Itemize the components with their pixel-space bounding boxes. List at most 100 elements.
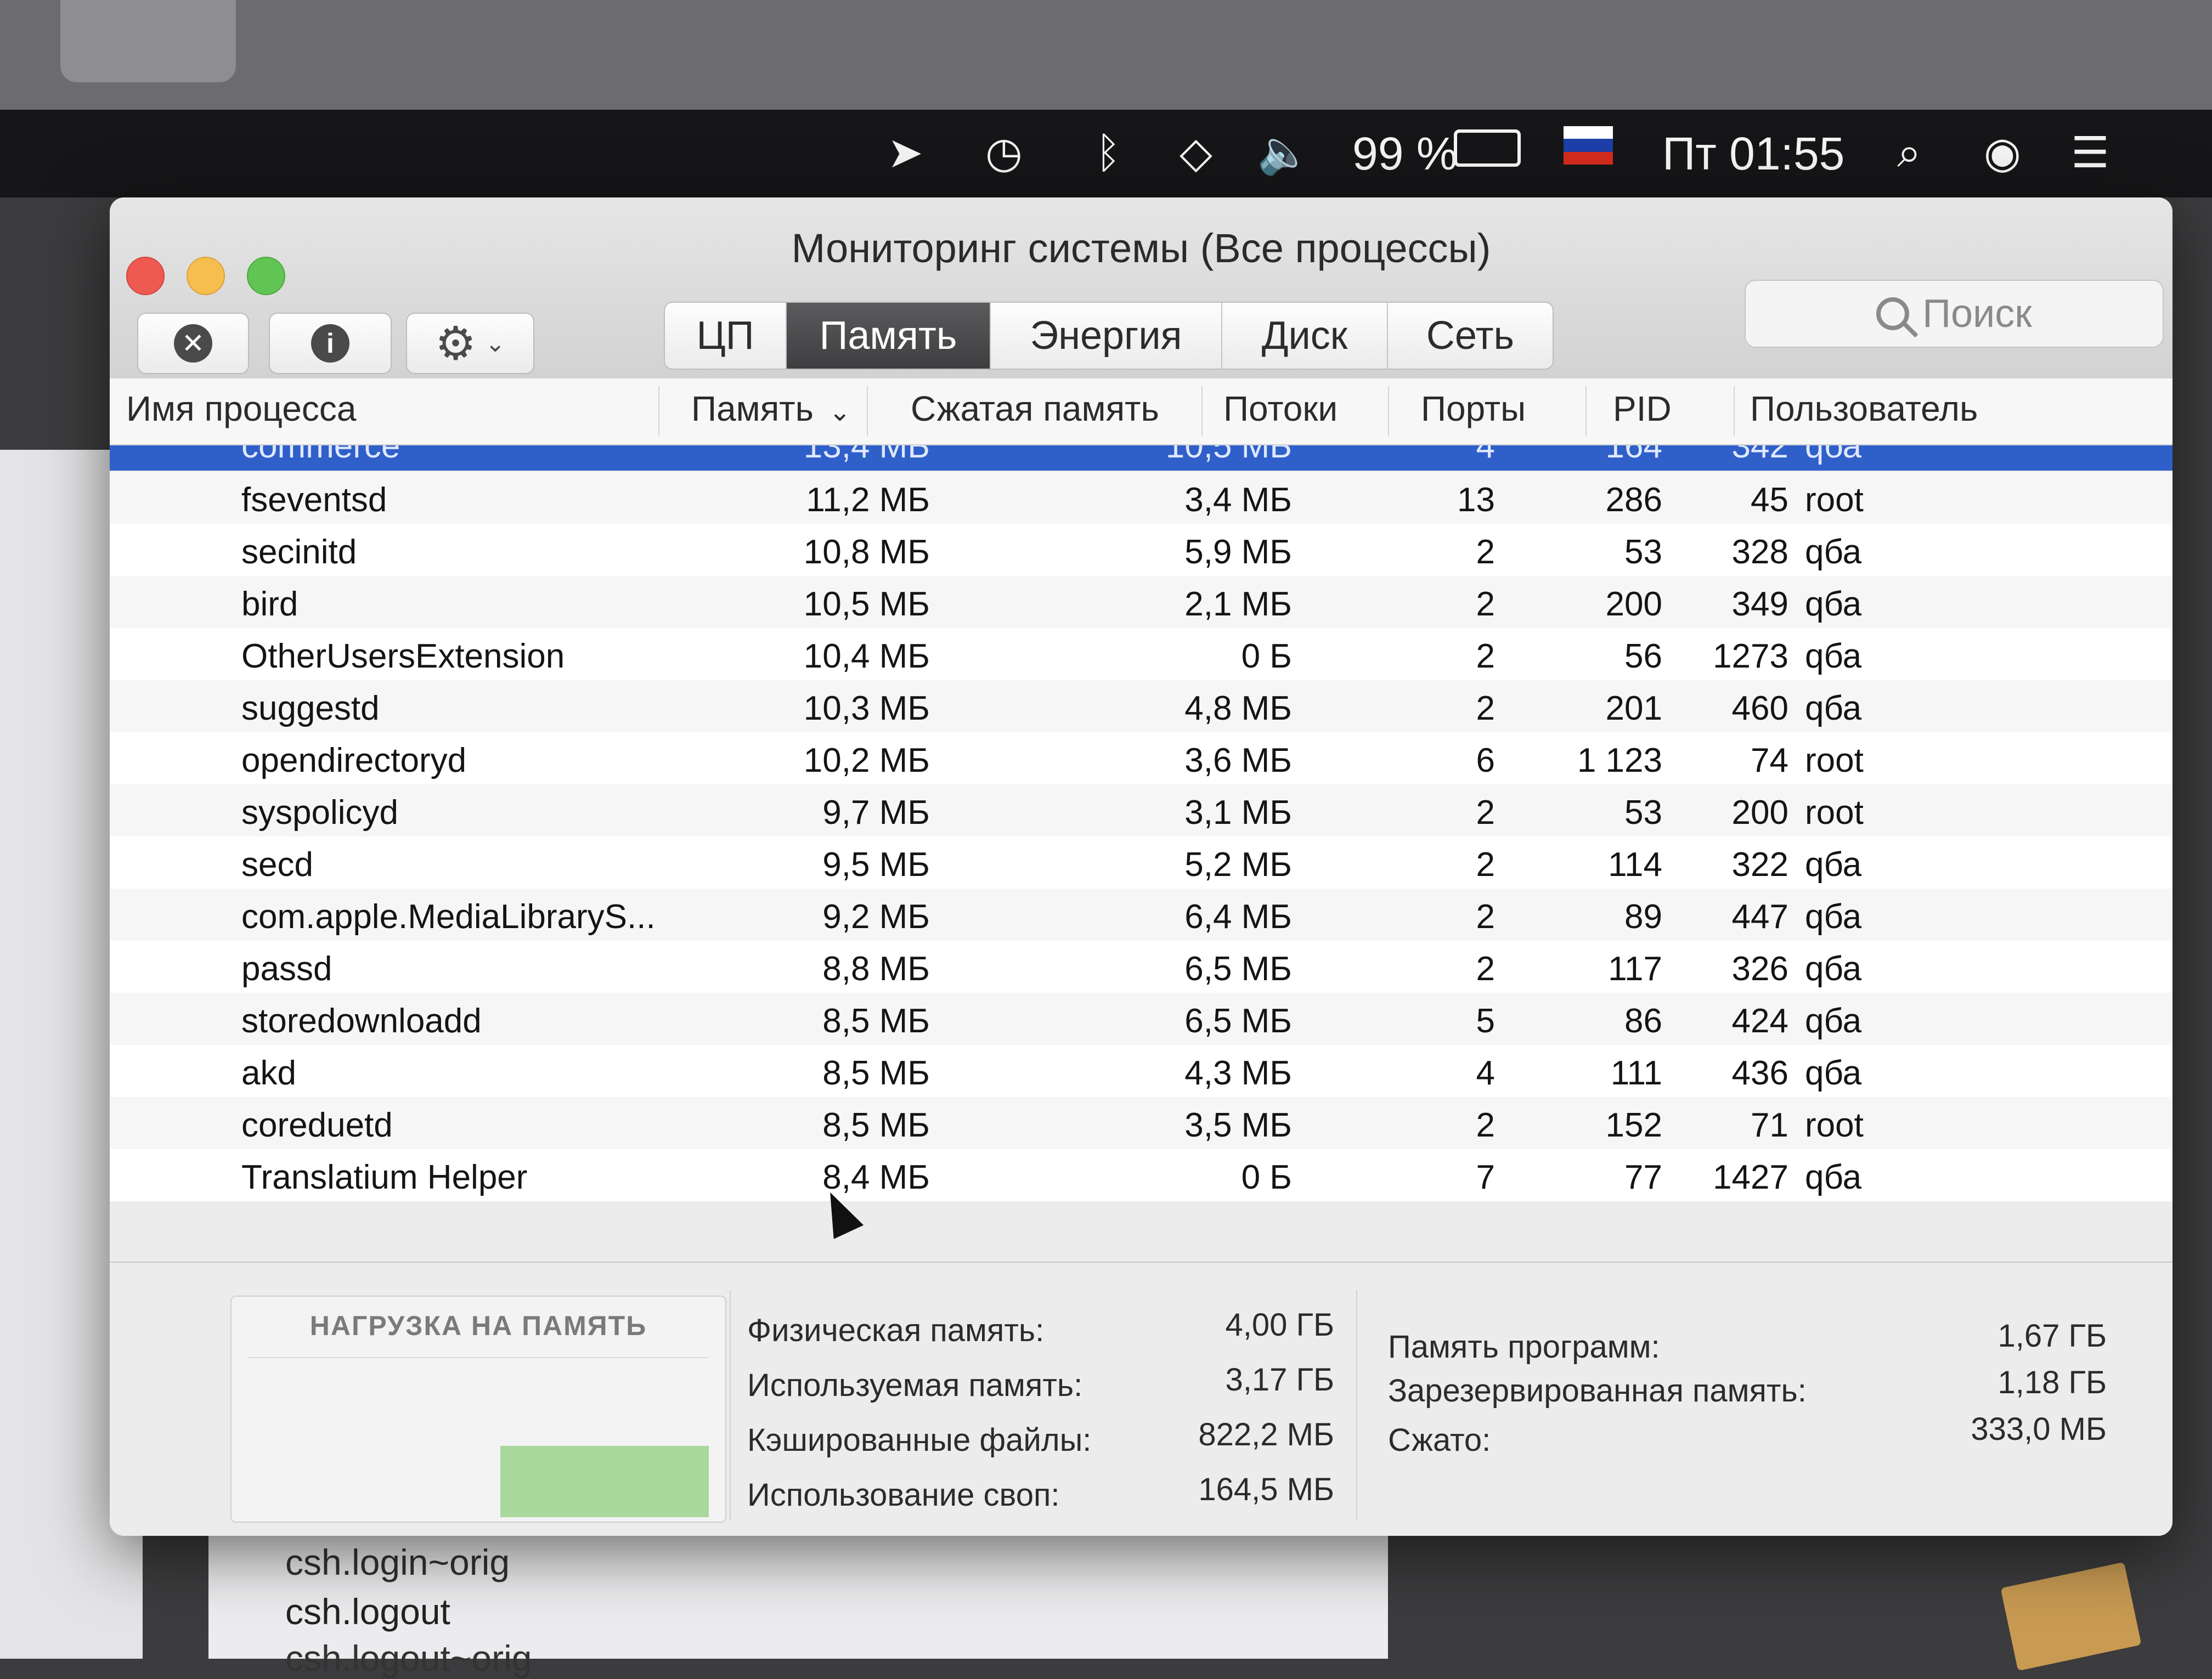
column-header-pid[interactable]: PID [1613, 388, 1672, 429]
table-row[interactable]: passd 8,8 МБ 6,5 МБ 2 117 326 qба [110, 941, 2172, 993]
battery-charging-icon[interactable] [1454, 129, 1521, 167]
cell-memory: 10,4 МБ [803, 637, 930, 675]
table-row[interactable]: OtherUsersExtension 10,4 МБ 0 Б 2 56 1273 qба [110, 628, 2172, 680]
cell-ports: 200 [1605, 585, 1662, 623]
cached-files-label: Кэшированные файлы: [747, 1422, 1092, 1458]
column-header-memory[interactable]: Память ⌄ [691, 388, 851, 429]
time-machine-icon[interactable]: ◷ [977, 125, 1031, 180]
column-divider[interactable] [1201, 386, 1203, 437]
bluetooth-icon[interactable]: ᛒ [1081, 125, 1136, 180]
cell-memory: 8,5 МБ [822, 1106, 930, 1144]
table-row[interactable]: com.apple.MediaLibraryS... 9,2 МБ 6,4 МБ 2 8… [110, 889, 2172, 941]
table-row[interactable]: suggestd 10,3 МБ 4,8 МБ 2 201 460 qба [110, 680, 2172, 732]
tab-energy[interactable]: Энергия [991, 303, 1222, 369]
finder-file-item[interactable]: csh.login~orig [285, 1541, 510, 1583]
tab-disk[interactable]: Диск [1222, 303, 1388, 369]
notification-center-icon[interactable]: ☰ [2063, 125, 2118, 180]
location-arrow-icon[interactable]: ➤ [878, 125, 933, 180]
cell-pid: 460 [1731, 689, 1788, 727]
siri-icon[interactable]: ◉ [1975, 125, 2030, 180]
wired-memory-label: Зарезервированная память: [1388, 1373, 1807, 1409]
cell-user: qба [1805, 1054, 1862, 1092]
column-divider[interactable] [1388, 386, 1389, 437]
cell-ports: 286 [1605, 481, 1662, 519]
table-row[interactable]: coreduetd 8,5 МБ 3,5 МБ 2 152 71 root [110, 1097, 2172, 1149]
column-divider[interactable] [1734, 386, 1735, 437]
cell-name: coreduetd [241, 1106, 393, 1144]
cell-memory: 9,2 МБ [822, 898, 930, 936]
cell-compressed: 6,4 МБ [1184, 898, 1292, 936]
selected-table-row[interactable]: commerce 13,4 МБ 10,5 МБ 4 164 342 qба [110, 445, 2172, 471]
cell-pid: 74 [1751, 742, 1788, 779]
cell-threads: 2 [1476, 1106, 1495, 1144]
stop-process-icon: ✕ [174, 324, 212, 363]
cell-name: storedownloadd [241, 1002, 482, 1040]
search-icon[interactable]: ⌕ [1882, 125, 1937, 180]
swap-used-label: Использование своп: [747, 1477, 1060, 1513]
cell-threads: 4 [1476, 445, 1495, 465]
column-divider[interactable] [1585, 386, 1587, 437]
stop-process-button[interactable]: ✕ [137, 313, 249, 374]
cell-name: OtherUsersExtension [241, 637, 565, 675]
volume-icon[interactable]: 🔈 [1256, 125, 1311, 180]
bezel-sticker [60, 0, 236, 82]
action-menu-button[interactable]: ⚙ ⌄ [406, 313, 534, 374]
column-header-compressed[interactable]: Сжатая память [911, 388, 1159, 429]
cell-ports: 201 [1605, 689, 1662, 727]
finder-file-item[interactable]: csh.logout~orig [285, 1637, 532, 1679]
cell-user: qба [1805, 637, 1862, 675]
tab-cpu[interactable]: ЦП [665, 303, 787, 369]
table-row[interactable]: storedownloadd 8,5 МБ 6,5 МБ 5 86 424 qба [110, 993, 2172, 1045]
table-row[interactable]: Translatium Helper 8,4 МБ 0 Б 7 77 1427 qба [110, 1149, 2172, 1201]
cell-user: root [1805, 1106, 1864, 1144]
process-table-body: fseventsd 11,2 МБ 3,4 МБ 13 286 45 root secinit… [110, 472, 2172, 1201]
chevron-down-icon: ⌄ [485, 330, 506, 357]
search-placeholder: Поиск [1922, 292, 2032, 336]
cell-user: qба [1805, 585, 1862, 623]
column-header-threads[interactable]: Потоки [1223, 388, 1338, 429]
cell-memory: 10,5 МБ [803, 585, 930, 623]
cell-threads: 4 [1476, 1054, 1495, 1092]
cell-pid: 1273 [1713, 637, 1788, 675]
dock-box-icon[interactable] [2000, 1562, 2142, 1671]
cell-user: qба [1805, 846, 1862, 884]
clock[interactable]: Пт 01:55 [1662, 126, 1844, 181]
column-header-user[interactable]: Пользователь [1750, 388, 1978, 429]
search-field[interactable]: Поиск [1745, 280, 2164, 348]
battery-percent[interactable]: 99 % [1352, 126, 1457, 181]
cell-name: commerce [241, 445, 400, 465]
wifi-icon[interactable]: ◇ [1169, 125, 1223, 180]
column-divider[interactable] [658, 386, 659, 437]
cell-memory: 10,2 МБ [803, 742, 930, 779]
table-header: Имя процесса Память ⌄ Сжатая память Пото… [110, 378, 2172, 445]
cell-pid: 1427 [1713, 1158, 1788, 1196]
tab-network[interactable]: Сеть [1388, 303, 1553, 369]
table-row[interactable]: secinitd 10,8 МБ 5,9 МБ 2 53 328 qба [110, 524, 2172, 576]
column-header-ports[interactable]: Порты [1421, 388, 1526, 429]
used-memory-label: Используемая память: [747, 1367, 1083, 1403]
cell-compressed: 5,2 МБ [1184, 846, 1292, 884]
cell-compressed: 4,3 МБ [1184, 1054, 1292, 1092]
table-row[interactable]: fseventsd 11,2 МБ 3,4 МБ 13 286 45 root [110, 472, 2172, 524]
cell-user: qба [1805, 898, 1862, 936]
menu-bar: ➤ ◷ ᛒ ◇ 🔈 99 % Пт 01:55 ⌕ ◉ ☰ [0, 110, 2212, 197]
cell-compressed: 6,5 МБ [1184, 1002, 1292, 1040]
search-icon [1876, 297, 1910, 330]
column-divider[interactable] [867, 386, 868, 437]
tab-memory[interactable]: Память [787, 303, 991, 369]
finder-file-item[interactable]: csh.logout [285, 1591, 450, 1632]
cell-threads: 2 [1476, 950, 1495, 988]
table-row[interactable]: akd 8,5 МБ 4,3 МБ 4 111 436 qба [110, 1045, 2172, 1097]
cell-memory: 8,8 МБ [822, 950, 930, 988]
table-row[interactable]: syspolicyd 9,7 МБ 3,1 МБ 2 53 200 root [110, 784, 2172, 836]
cell-threads: 2 [1476, 689, 1495, 727]
compressed-memory-value: 333,0 МБ [1971, 1411, 2107, 1447]
inspect-process-button[interactable]: i [269, 313, 392, 374]
table-row[interactable]: opendirectoryd 10,2 МБ 3,6 МБ 6 1 123 74 root [110, 732, 2172, 784]
table-row[interactable]: bird 10,5 МБ 2,1 МБ 2 200 349 qба [110, 576, 2172, 628]
cell-user: qба [1805, 445, 1862, 465]
memory-summary-panel: НАГРУЗКА НА ПАМЯТЬ Физическая память: 4,… [110, 1262, 2172, 1536]
column-header-name[interactable]: Имя процесса [126, 388, 356, 429]
flag-ru-icon[interactable] [1564, 126, 1613, 165]
table-row[interactable]: secd 9,5 МБ 5,2 МБ 2 114 322 qба [110, 836, 2172, 889]
